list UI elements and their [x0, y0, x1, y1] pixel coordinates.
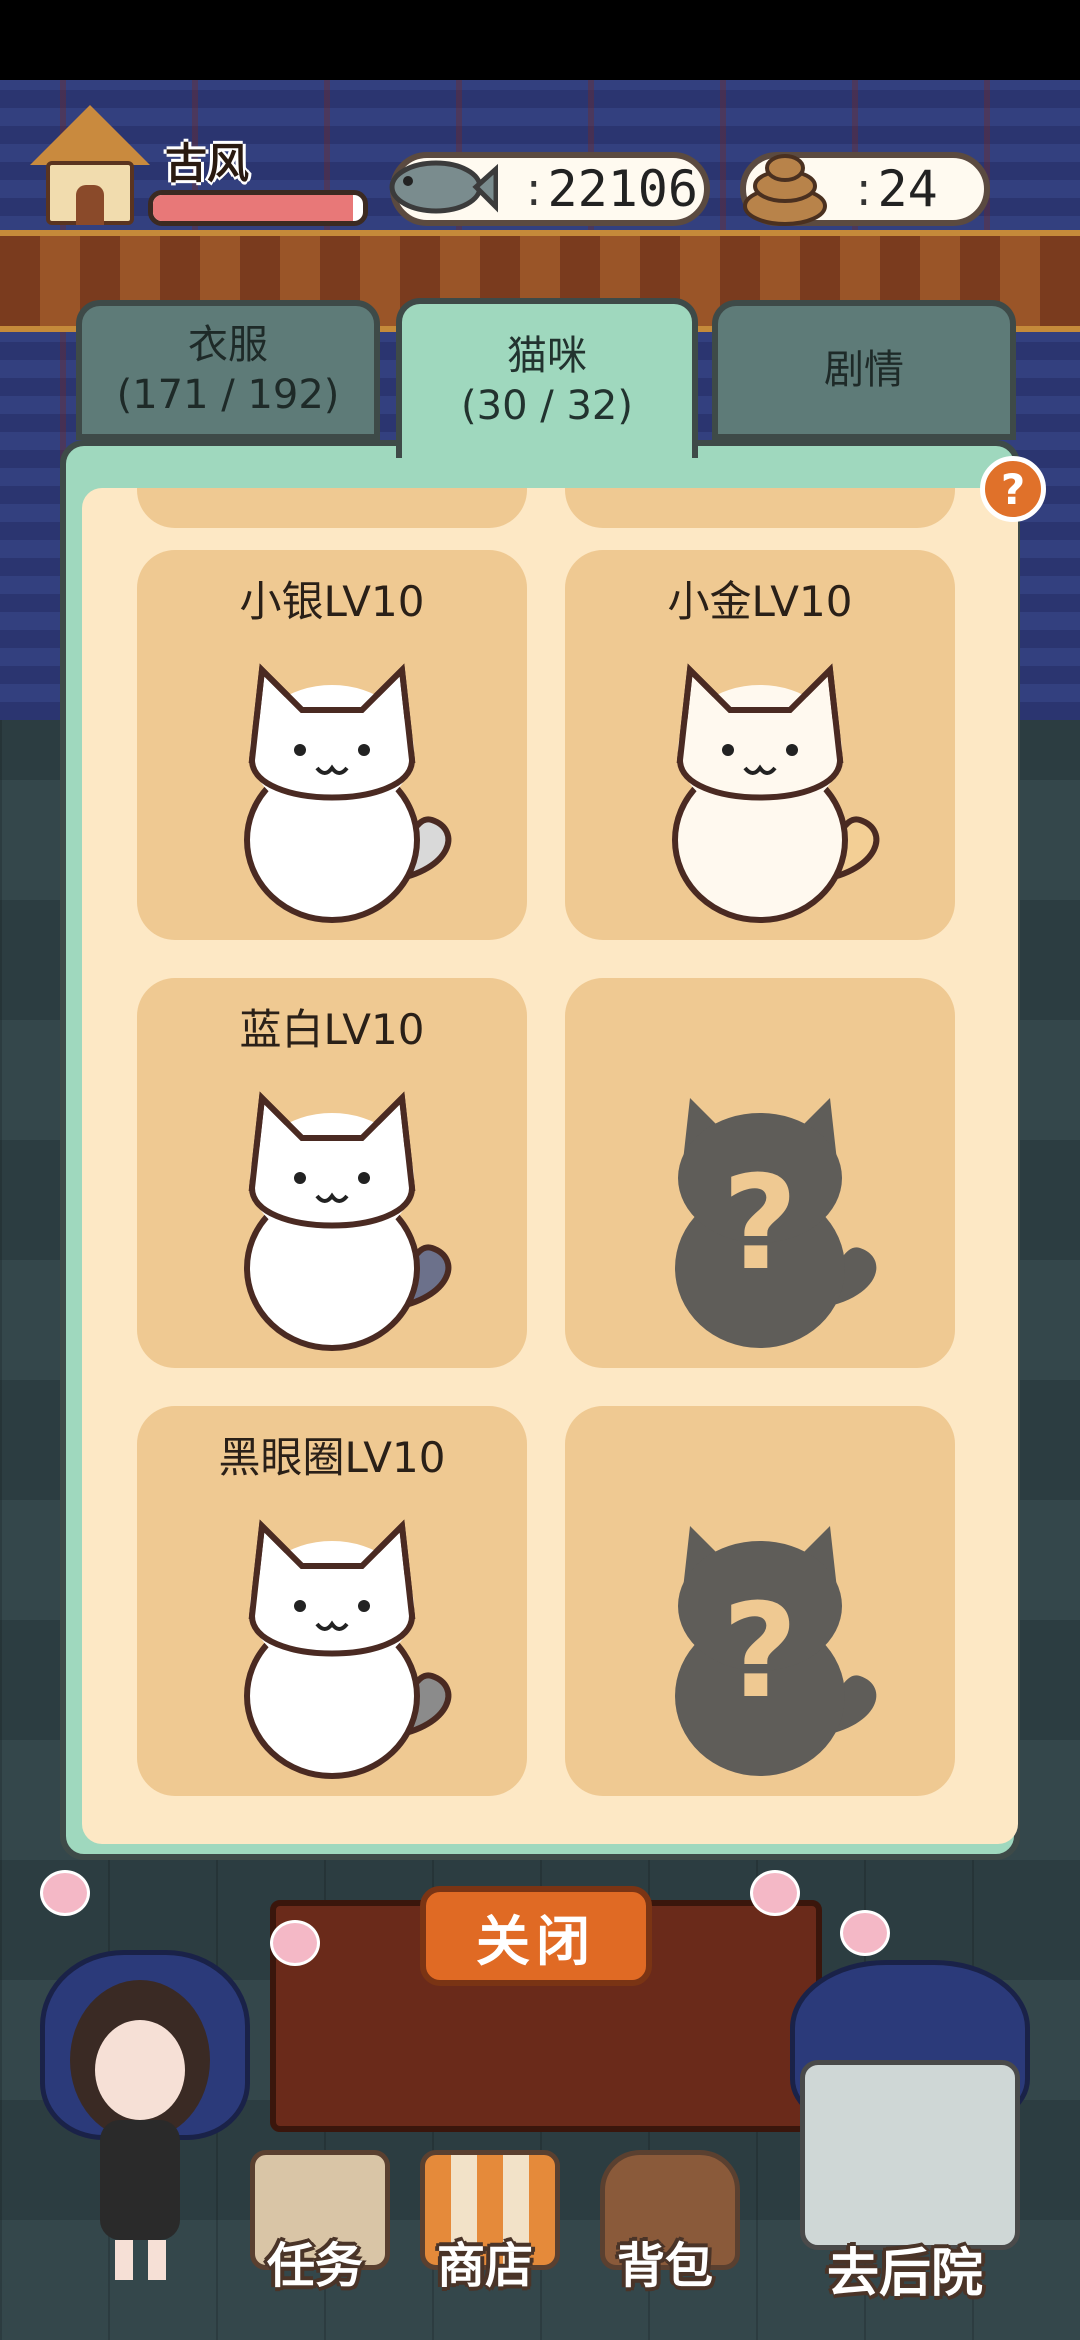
- locked-cat-silhouette: ?: [675, 1098, 877, 1348]
- locked-cat-silhouette: ?: [675, 1526, 877, 1776]
- cat-illustration: [672, 663, 880, 923]
- home-icon[interactable]: [30, 105, 150, 225]
- cat-card[interactable]: 小金LV10: [565, 550, 955, 940]
- house-icon: [800, 2060, 1020, 2250]
- bag-button[interactable]: 背包: [590, 2150, 740, 2300]
- question-mark-icon: ?: [722, 1575, 797, 1727]
- paw-decoration: [40, 1870, 90, 1916]
- locked-cat-card[interactable]: ?: [565, 1406, 955, 1796]
- fish-icon: [389, 160, 498, 214]
- cat-name-label: 蓝白LV10: [239, 1005, 425, 1054]
- player-name: 古风: [165, 139, 250, 188]
- tab-clothes[interactable]: 衣服 (171 / 192): [76, 300, 380, 440]
- question-mark-icon: ?: [722, 1147, 797, 1299]
- cat-card[interactable]: 黑眼圈LV10: [137, 1406, 527, 1796]
- cat-grid: 小银LV10 小金LV10 蓝白LV10? 黑眼圈LV10?: [82, 488, 1018, 1844]
- cat-card-partial[interactable]: [565, 488, 955, 528]
- help-button[interactable]: ?: [980, 456, 1046, 522]
- paw-decoration: [750, 1870, 800, 1916]
- level-progress-fill: [153, 195, 353, 221]
- cat-card[interactable]: 小银LV10: [137, 550, 527, 940]
- cat-illustration: [244, 663, 452, 923]
- paw-decoration: [270, 1920, 320, 1966]
- cat-name-label: 小金LV10: [667, 577, 853, 626]
- character-girl: [70, 1980, 210, 2280]
- paw-decoration: [840, 1910, 890, 1956]
- locked-cat-card[interactable]: ?: [565, 978, 955, 1368]
- poop-count: 24: [877, 160, 938, 218]
- cat-card-partial[interactable]: [137, 488, 527, 528]
- close-button[interactable]: 关闭: [420, 1886, 652, 1986]
- tab-cats[interactable]: 猫咪 (30 / 32): [396, 298, 698, 458]
- cat-grid-container[interactable]: 小银LV10 小金LV10 蓝白LV10? 黑眼圈LV10?: [82, 488, 1018, 1844]
- fish-count: 22106: [547, 160, 699, 218]
- cat-name-label: 黑眼圈LV10: [218, 1433, 446, 1482]
- level-progress-bar: [148, 190, 368, 226]
- cat-illustration: [244, 1519, 452, 1779]
- poop-icon: [743, 154, 827, 226]
- task-button[interactable]: 任务: [240, 2150, 390, 2300]
- tab-story[interactable]: 剧情: [712, 300, 1016, 440]
- cat-name-label: 小银LV10: [239, 577, 425, 626]
- shop-button[interactable]: 商店: [410, 2150, 560, 2300]
- cat-illustration: [244, 1091, 452, 1351]
- backyard-button[interactable]: 去后院: [760, 2040, 1050, 2310]
- status-bar: [0, 0, 1080, 80]
- cat-card[interactable]: 蓝白LV10: [137, 978, 527, 1368]
